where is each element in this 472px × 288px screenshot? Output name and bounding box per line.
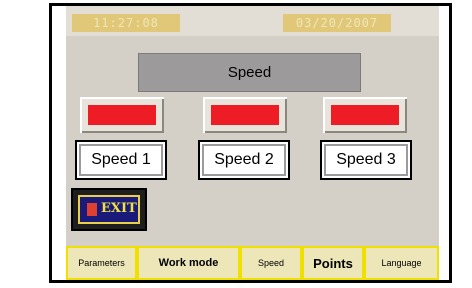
exit-label: EXIT bbox=[101, 201, 137, 216]
hmi-screen: 11:27:08 03/20/2007 Speed Speed 1 Speed … bbox=[66, 6, 439, 280]
door-icon bbox=[87, 203, 97, 216]
indicator-lamp bbox=[88, 105, 156, 125]
screen-title: Speed bbox=[138, 53, 361, 92]
tab-parameters[interactable]: Parameters bbox=[66, 246, 137, 280]
speed-3-button[interactable]: Speed 3 bbox=[320, 140, 412, 180]
exit-sign-icon: EXIT bbox=[78, 195, 140, 224]
clock-date: 03/20/2007 bbox=[283, 14, 391, 32]
speed-3-indicator bbox=[323, 97, 407, 133]
clock-time: 11:27:08 bbox=[72, 14, 180, 32]
tab-speed[interactable]: Speed bbox=[240, 246, 302, 280]
tab-work-mode[interactable]: Work mode bbox=[137, 246, 240, 280]
speed-2-indicator bbox=[203, 97, 287, 133]
status-bar: 11:27:08 03/20/2007 bbox=[66, 6, 439, 36]
speed-1-button[interactable]: Speed 1 bbox=[75, 140, 167, 180]
exit-button[interactable]: EXIT bbox=[71, 188, 147, 231]
indicator-lamp bbox=[331, 105, 399, 125]
indicator-lamp bbox=[211, 105, 279, 125]
speed-1-indicator bbox=[80, 97, 164, 133]
tab-language[interactable]: Language bbox=[364, 246, 439, 280]
tab-points[interactable]: Points bbox=[302, 246, 364, 280]
bottom-navigation: Parameters Work mode Speed Points Langua… bbox=[66, 246, 439, 280]
speed-2-button[interactable]: Speed 2 bbox=[198, 140, 290, 180]
